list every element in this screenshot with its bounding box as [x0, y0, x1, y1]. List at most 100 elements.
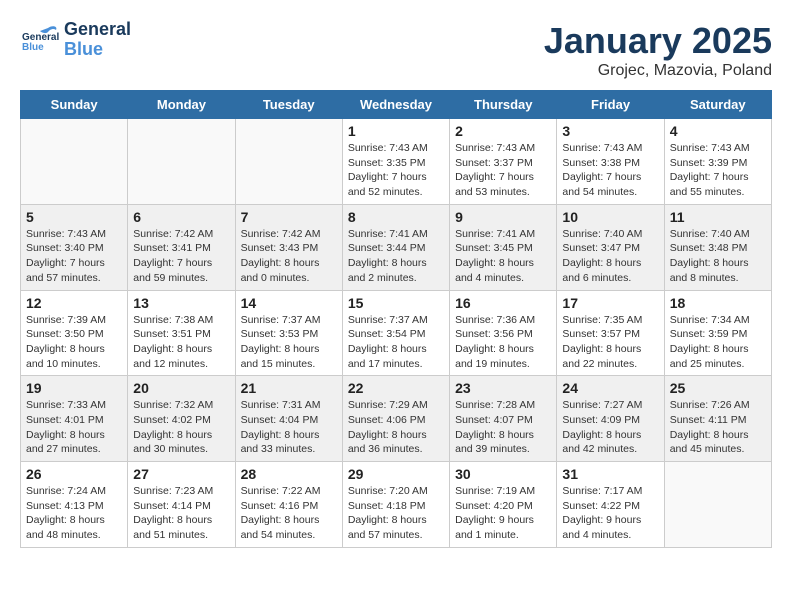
- table-row: 18 Sunrise: 7:34 AMSunset: 3:59 PMDayligh…: [664, 290, 771, 376]
- day-number: 22: [348, 380, 444, 396]
- day-info: Sunrise: 7:37 AMSunset: 3:54 PMDaylight:…: [348, 313, 444, 372]
- table-row: 1 Sunrise: 7:43 AMSunset: 3:35 PMDaylight…: [342, 119, 449, 205]
- day-number: 2: [455, 123, 551, 139]
- header-friday: Friday: [557, 91, 664, 119]
- day-number: 13: [133, 295, 229, 311]
- table-row: 9 Sunrise: 7:41 AMSunset: 3:45 PMDaylight…: [450, 204, 557, 290]
- day-number: 25: [670, 380, 766, 396]
- location: Grojec, Mazovia, Poland: [544, 62, 772, 80]
- day-number: 27: [133, 466, 229, 482]
- svg-text:Blue: Blue: [22, 42, 44, 53]
- table-row: 15 Sunrise: 7:37 AMSunset: 3:54 PMDayligh…: [342, 290, 449, 376]
- table-row: 17Sunrise: 7:35 AMSunset: 3:57 PMDayligh…: [557, 290, 664, 376]
- day-info: Sunrise: 7:32 AMSunset: 4:02 PMDaylight:…: [133, 398, 229, 457]
- week-row-2: 5Sunrise: 7:43 AMSunset: 3:40 PMDaylight…: [21, 204, 772, 290]
- table-row: 23 Sunrise: 7:28 AMSunset: 4:07 PMDayligh…: [450, 376, 557, 462]
- logo-blue: Blue: [64, 40, 131, 60]
- day-info: Sunrise: 7:43 AMSunset: 3:40 PMDaylight:…: [26, 227, 122, 286]
- day-info: Sunrise: 7:39 AMSunset: 3:50 PMDaylight:…: [26, 313, 122, 372]
- day-number: 28: [241, 466, 337, 482]
- day-number: 24: [562, 380, 658, 396]
- day-info: Sunrise: 7:42 AMSunset: 3:43 PMDaylight:…: [241, 227, 337, 286]
- table-row: 5Sunrise: 7:43 AMSunset: 3:40 PMDaylight…: [21, 204, 128, 290]
- table-row: 14Sunrise: 7:37 AMSunset: 3:53 PMDayligh…: [235, 290, 342, 376]
- day-number: 7: [241, 209, 337, 225]
- table-row: 4 Sunrise: 7:43 AMSunset: 3:39 PMDaylight…: [664, 119, 771, 205]
- table-row: 11 Sunrise: 7:40 AMSunset: 3:48 PMDayligh…: [664, 204, 771, 290]
- day-info: Sunrise: 7:43 AMSunset: 3:37 PMDaylight:…: [455, 141, 551, 200]
- day-number: 29: [348, 466, 444, 482]
- day-info: Sunrise: 7:43 AMSunset: 3:35 PMDaylight:…: [348, 141, 444, 200]
- day-info: Sunrise: 7:41 AMSunset: 3:45 PMDaylight:…: [455, 227, 551, 286]
- day-number: 20: [133, 380, 229, 396]
- day-info: Sunrise: 7:29 AMSunset: 4:06 PMDaylight:…: [348, 398, 444, 457]
- day-number: 21: [241, 380, 337, 396]
- day-info: Sunrise: 7:19 AMSunset: 4:20 PMDaylight:…: [455, 484, 551, 543]
- day-number: 1: [348, 123, 444, 139]
- table-row: 12 Sunrise: 7:39 AMSunset: 3:50 PMDayligh…: [21, 290, 128, 376]
- day-info: Sunrise: 7:17 AMSunset: 4:22 PMDaylight:…: [562, 484, 658, 543]
- day-number: 12: [26, 295, 122, 311]
- month-title: January 2025: [544, 20, 772, 62]
- table-row: 16Sunrise: 7:36 AMSunset: 3:56 PMDayligh…: [450, 290, 557, 376]
- table-row: 20 Sunrise: 7:32 AMSunset: 4:02 PMDayligh…: [128, 376, 235, 462]
- table-row: [21, 119, 128, 205]
- day-number: 31: [562, 466, 658, 482]
- day-info: Sunrise: 7:43 AMSunset: 3:38 PMDaylight:…: [562, 141, 658, 200]
- title-area: January 2025 Grojec, Mazovia, Poland: [544, 20, 772, 80]
- table-row: 22 Sunrise: 7:29 AMSunset: 4:06 PMDayligh…: [342, 376, 449, 462]
- day-info: Sunrise: 7:43 AMSunset: 3:39 PMDaylight:…: [670, 141, 766, 200]
- day-info: Sunrise: 7:31 AMSunset: 4:04 PMDaylight:…: [241, 398, 337, 457]
- calendar-header-row: Sunday Monday Tuesday Wednesday Thursday…: [21, 91, 772, 119]
- day-number: 18: [670, 295, 766, 311]
- week-row-5: 26Sunrise: 7:24 AMSunset: 4:13 PMDayligh…: [21, 462, 772, 548]
- day-info: Sunrise: 7:37 AMSunset: 3:53 PMDaylight:…: [241, 313, 337, 372]
- day-info: Sunrise: 7:28 AMSunset: 4:07 PMDaylight:…: [455, 398, 551, 457]
- day-number: 6: [133, 209, 229, 225]
- calendar: Sunday Monday Tuesday Wednesday Thursday…: [20, 90, 772, 548]
- day-number: 3: [562, 123, 658, 139]
- table-row: 21 Sunrise: 7:31 AMSunset: 4:04 PMDayligh…: [235, 376, 342, 462]
- table-row: 3 Sunrise: 7:43 AMSunset: 3:38 PMDaylight…: [557, 119, 664, 205]
- day-number: 16: [455, 295, 551, 311]
- logo-general: General: [64, 20, 131, 40]
- day-number: 23: [455, 380, 551, 396]
- table-row: 2 Sunrise: 7:43 AMSunset: 3:37 PMDaylight…: [450, 119, 557, 205]
- day-info: Sunrise: 7:35 AMSunset: 3:57 PMDaylight:…: [562, 313, 658, 372]
- header-wednesday: Wednesday: [342, 91, 449, 119]
- week-row-1: 1 Sunrise: 7:43 AMSunset: 3:35 PMDaylight…: [21, 119, 772, 205]
- table-row: 8Sunrise: 7:41 AMSunset: 3:44 PMDaylight…: [342, 204, 449, 290]
- table-row: [128, 119, 235, 205]
- day-info: Sunrise: 7:23 AMSunset: 4:14 PMDaylight:…: [133, 484, 229, 543]
- day-number: 15: [348, 295, 444, 311]
- header-sunday: Sunday: [21, 91, 128, 119]
- logo: General Blue General Blue: [20, 20, 131, 60]
- table-row: 29Sunrise: 7:20 AMSunset: 4:18 PMDayligh…: [342, 462, 449, 548]
- day-info: Sunrise: 7:27 AMSunset: 4:09 PMDaylight:…: [562, 398, 658, 457]
- day-number: 30: [455, 466, 551, 482]
- table-row: 27 Sunrise: 7:23 AMSunset: 4:14 PMDayligh…: [128, 462, 235, 548]
- table-row: 13 Sunrise: 7:38 AMSunset: 3:51 PMDayligh…: [128, 290, 235, 376]
- day-number: 26: [26, 466, 122, 482]
- header-tuesday: Tuesday: [235, 91, 342, 119]
- day-info: Sunrise: 7:38 AMSunset: 3:51 PMDaylight:…: [133, 313, 229, 372]
- day-info: Sunrise: 7:40 AMSunset: 3:48 PMDaylight:…: [670, 227, 766, 286]
- week-row-3: 12 Sunrise: 7:39 AMSunset: 3:50 PMDayligh…: [21, 290, 772, 376]
- day-info: Sunrise: 7:34 AMSunset: 3:59 PMDaylight:…: [670, 313, 766, 372]
- day-info: Sunrise: 7:33 AMSunset: 4:01 PMDaylight:…: [26, 398, 122, 457]
- table-row: 30 Sunrise: 7:19 AMSunset: 4:20 PMDayligh…: [450, 462, 557, 548]
- header-saturday: Saturday: [664, 91, 771, 119]
- header-thursday: Thursday: [450, 91, 557, 119]
- table-row: 19Sunrise: 7:33 AMSunset: 4:01 PMDayligh…: [21, 376, 128, 462]
- table-row: [235, 119, 342, 205]
- table-row: 26Sunrise: 7:24 AMSunset: 4:13 PMDayligh…: [21, 462, 128, 548]
- table-row: 7 Sunrise: 7:42 AMSunset: 3:43 PMDaylight…: [235, 204, 342, 290]
- day-number: 8: [348, 209, 444, 225]
- table-row: 24 Sunrise: 7:27 AMSunset: 4:09 PMDayligh…: [557, 376, 664, 462]
- day-number: 11: [670, 209, 766, 225]
- table-row: 6Sunrise: 7:42 AMSunset: 3:41 PMDaylight…: [128, 204, 235, 290]
- day-number: 4: [670, 123, 766, 139]
- day-number: 9: [455, 209, 551, 225]
- page-header: General Blue General Blue January 2025 G…: [20, 20, 772, 80]
- table-row: 31 Sunrise: 7:17 AMSunset: 4:22 PMDayligh…: [557, 462, 664, 548]
